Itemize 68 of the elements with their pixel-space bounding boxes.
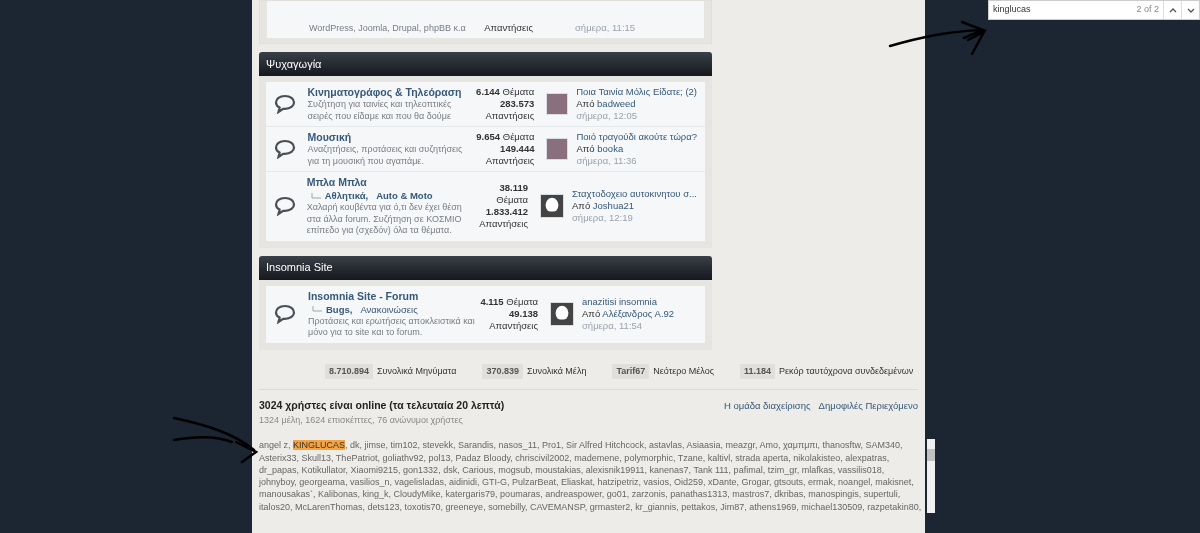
reply-count: 49.138 Απαντήσεις <box>488 308 538 332</box>
last-post-author: Από booka <box>576 143 625 155</box>
footer-link[interactable]: Η ομάδα διαχείρισης <box>723 399 811 414</box>
subforum-branch-icon <box>312 306 322 312</box>
forum-description: Χαλαρή κουβέντα για ό,τι δεν έχει θέση στα άλλα forum. Συζήτηση σε ΚΟΣΜΙΟ επίπεδο για (σχεδόν) όλα τα θέματα. <box>306 202 463 237</box>
reply-count: Απαντήσεις <box>483 20 533 35</box>
avatar-silhouette-icon <box>540 194 564 219</box>
match-count: 2 of 2 <box>1136 3 1160 17</box>
last-post-time: σήμερα, 12:05 <box>576 110 639 122</box>
footer-link[interactable]: Δημοφιλές Περιεχόμενο <box>818 399 918 414</box>
stat-label: Ρεκόρ ταυτόχρονα συνδεδεμένων <box>779 364 914 378</box>
stat-label: Νεότερο Μέλος <box>653 364 715 378</box>
last-post-time: σήμερα, 11:36 <box>576 155 638 167</box>
photo-placeholder <box>546 138 569 160</box>
online-users-list-line: italos20, McLarenThomas, dets123, toxotis70, greeneye, somebilly, CAVEMANSP, grmaster2, kr_giannis, pettakos, Jim87, athens1969, michael130509, razpetakin80, <box>259 500 922 514</box>
forum-description: WordPress, Joomla, Drupal, phpBB κ.α <box>309 21 467 35</box>
forum-title-link[interactable]: Μπλα Μπλα <box>306 176 469 189</box>
last-post-link[interactable]: Σταχτοδοχειο αυτοκινητου σ... <box>572 188 697 201</box>
subforum-link[interactable]: Auto & Moto <box>376 189 433 202</box>
topic-count: 38.119 Θέματα <box>495 182 528 207</box>
last-post-link[interactable]: Ποια Ταινία Μόλις Είδατε; (2) <box>576 86 697 98</box>
stat-value: 11.184 <box>740 363 776 379</box>
last-post-author: Από Αλέξανδρος Α.92 <box>582 308 675 320</box>
last-post-author: Από badweed <box>576 98 637 110</box>
last-post-time: σήμερα, 11:15 <box>575 20 636 35</box>
online-users-summary: 1324 μέλη, 1624 επισκέπτες, 76 ανώνυμοι χρήστες <box>259 413 464 427</box>
forum-description: Αναζητήσεις, προτάσεις και συζητήσεις για τη μουσική που αγαπάμε. <box>307 144 464 167</box>
last-post-link[interactable]: anazitisi insomnia <box>582 296 675 308</box>
chevron-up-icon <box>1168 7 1177 13</box>
subforum-link[interactable]: Ανακοινώσεις <box>360 302 418 316</box>
online-users-title: 3024 χρήστες είναι online (τα τελευταία 20 λεπτά) <box>259 398 505 413</box>
speech-bubble-icon <box>274 196 296 217</box>
stat-value: 8.710.894 <box>325 363 374 379</box>
last-post-link[interactable]: Ποιό τραγούδι ακούτε τώρα? <box>576 131 697 143</box>
stat-label: Συνολικά Μέλη <box>526 364 587 378</box>
avatar-silhouette-icon <box>550 302 574 326</box>
topic-count: 4.115 Θέματα <box>479 296 538 308</box>
subforum-link[interactable]: Bugs, <box>326 302 353 316</box>
online-users-list-line: manousakas`, Kalibonas, king_k, CloudyMike, katergaris79, poumaras, andreaspower, go01, zarzonis, panathas1313, mastros7, dkribas, manospingis, supertuli, <box>259 488 902 501</box>
speech-bubble-icon <box>274 304 296 324</box>
chevron-down-icon <box>1186 7 1195 13</box>
reply-count: 149.444 Απαντήσεις <box>484 143 535 167</box>
section-header: Insomnia Site <box>259 255 712 280</box>
online-users-list-line: Asterix33, Skull13, ThePatriot, goliathv92, pol13, Padaz Bloody, chriscivil2002, mademene, polymorphic, Tzane, kaltivl, strada aperta, nikolakisteo, alexpatras, <box>259 451 891 464</box>
subforum-branch-icon <box>310 192 321 199</box>
photo-placeholder <box>546 93 569 115</box>
stat-value: Tarif67 <box>612 363 650 379</box>
forum-title-link[interactable]: Μουσική <box>307 131 474 144</box>
forum-description: Συζήτηση για ταινίες και τηλεοπτικές σειρές που είδαμε και που θα δούμε <box>307 99 453 122</box>
online-users-list-line: johnyboy, georgeama, vasilios_n, vagelisladas, aidinidi, GTI-G, PulzarBeat, Eliaskat, hatzipetriz, vasios, Oid259, xDante, Grogar, gtsouts, ermak, noangel, makisnet, <box>259 476 915 489</box>
last-post-author: Από Joshua21 <box>572 200 636 213</box>
stat-value: 370.839 <box>482 363 523 379</box>
stat-label: Συνολικά Μηνύματα <box>377 364 457 378</box>
topic-count: 9.654 Θέματα <box>475 131 535 143</box>
forum-title-link[interactable]: Κινηματογράφος & Τηλεόραση <box>307 86 474 99</box>
forum-description: Προτάσεις και ερωτήσεις αποκλειστικά και μόνο για το site και το forum. <box>308 315 476 339</box>
reply-count: 1.833.412 Απαντήσεις <box>478 206 528 231</box>
last-post-time: σήμερα, 12:19 <box>572 212 634 225</box>
subforum-link[interactable]: Αθλητικά, <box>324 189 369 202</box>
find-input-field[interactable]: kinglucas <box>989 3 1137 17</box>
topic-count: 6.144 Θέματα <box>475 86 535 98</box>
forum-title-link[interactable]: Insomnia Site - Forum <box>308 289 476 303</box>
online-users-list-line: dr_papas, Kotikullator, Xiaomi9215, gon1332, dsk, Carious, mogsub, moustakias, alexisnik19911, kanenas7, Tank 111, pafimal, tzim_gr, mlafkas, vassilis018, <box>259 463 886 477</box>
speech-bubble-icon <box>274 94 296 114</box>
section-header: Ψυχαγωγία <box>259 52 712 76</box>
last-post-time: σήμερα, 11:54 <box>582 320 644 332</box>
speech-bubble-icon <box>274 139 296 159</box>
reply-count: 283.573 Απαντήσεις <box>484 98 535 122</box>
